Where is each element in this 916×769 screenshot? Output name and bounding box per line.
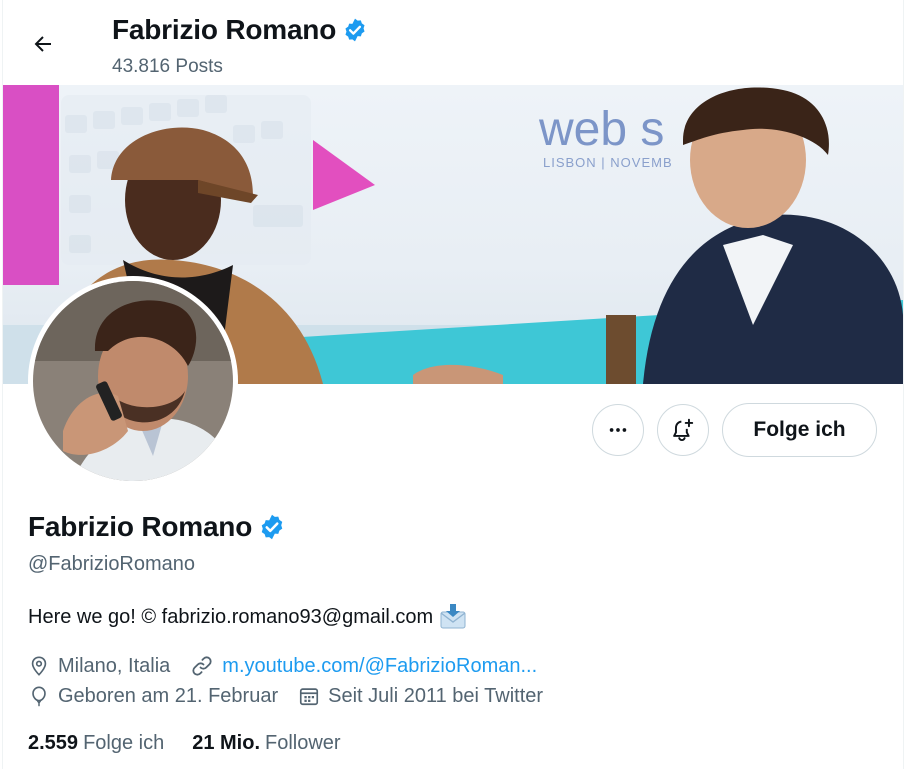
followers-link[interactable]: 21 Mio. Follower [192,732,340,755]
birthday-item: Geboren am 21. Februar [28,684,278,708]
balloon-icon [32,686,46,707]
followers-count: 21 Mio. [192,732,261,754]
profile-handle: @FabrizioRomano [28,553,196,575]
frame-border-right [903,0,904,769]
location-icon [31,656,47,676]
more-icon [609,428,627,432]
verified-badge-icon[interactable] [258,513,286,541]
avatar-image [33,281,233,481]
bio-text: Here we go! © fabrizio.romano93@gmail.co… [28,605,434,628]
header-name: Fabrizio Romano [112,14,337,45]
following-button[interactable]: Folge ich [722,403,877,457]
back-button[interactable] [25,26,61,62]
location-text: Milano, Italia [58,654,171,677]
notification-bell-plus-icon [673,418,694,442]
profile-name-row: Fabrizio Romano [28,511,286,543]
calendar-icon [300,688,319,706]
profile-meta-row: Geboren am 21. Februar Seit Juli 2011 be… [28,684,563,708]
profile-name: Fabrizio Romano [28,511,253,542]
more-button[interactable] [592,404,644,456]
location-item: Milano, Italia [28,654,170,678]
following-label: Folge ich [83,732,165,754]
website-item[interactable]: m.youtube.com/@FabrizioRoman... [190,654,537,678]
following-link[interactable]: 2.559 Folge ich [28,732,164,755]
birthday-text: Geboren am 21. Februar [58,684,279,707]
follow-stats: 2.559 Folge ich 21 Mio. Follower [28,732,341,755]
header-title: Fabrizio Romano [112,14,368,46]
profile-header: Fabrizio Romano 43.816 Posts [3,0,903,84]
profile-avatar[interactable] [28,276,238,486]
joined-item: Seit Juli 2011 bei Twitter [298,685,543,708]
back-arrow-icon [34,36,51,52]
joined-text: Seit Juli 2011 bei Twitter [328,684,544,707]
website-link[interactable]: m.youtube.com/@FabrizioRoman... [222,655,537,678]
notifications-button[interactable] [657,404,709,456]
banner-web-text: web s [538,103,664,156]
header-post-count: 43.816 Posts [112,56,223,77]
profile-bio: Here we go! © fabrizio.romano93@gmail.co… [28,604,467,630]
profile-meta-row: Milano, Italia m.youtube.com/@FabrizioRo… [28,654,557,678]
verified-badge-icon [345,18,365,42]
banner-location-text: LISBON | NOVEMB [543,155,673,170]
link-icon [192,656,212,676]
envelope-download-icon [440,604,466,629]
following-count: 2.559 [28,732,79,754]
followers-label: Follower [265,732,341,754]
